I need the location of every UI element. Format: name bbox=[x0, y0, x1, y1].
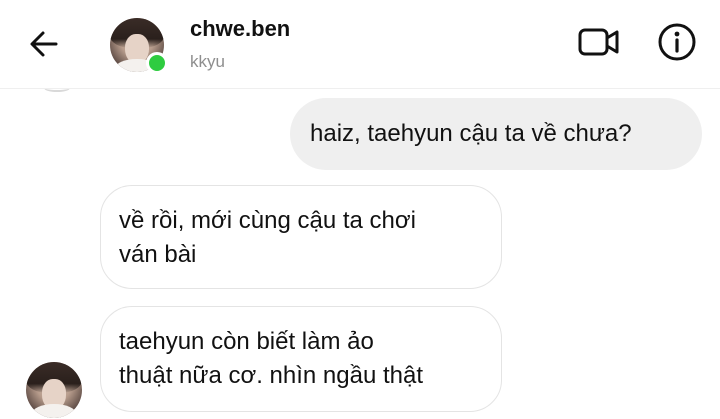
message-text: taehyun còn biết làm ảo bbox=[119, 328, 374, 355]
outgoing-message[interactable]: haiz, taehyun cậu ta về chưa? bbox=[290, 98, 702, 170]
message-thread[interactable]: haiz, taehyun cậu ta về chưa? về rồi, mớ… bbox=[0, 88, 720, 419]
video-call-button[interactable] bbox=[574, 22, 624, 62]
contact-name[interactable]: chwe.ben bbox=[190, 16, 290, 42]
back-button[interactable] bbox=[22, 24, 66, 64]
arrow-left-icon bbox=[30, 31, 58, 57]
message-text: thuật nữa cơ. nhìn ngầu thật bbox=[119, 362, 424, 389]
sender-avatar[interactable] bbox=[26, 362, 82, 418]
incoming-message[interactable]: taehyun còn biết làm ảo thuật nữa cơ. nh… bbox=[100, 306, 502, 412]
info-button[interactable] bbox=[654, 20, 700, 64]
online-status-dot bbox=[146, 52, 168, 74]
chat-header: chwe.ben kkyu bbox=[0, 0, 720, 89]
chat-screen: chwe.ben kkyu haiz, taehyun cậu ta về ch… bbox=[0, 0, 720, 419]
message-text: về rồi, mới cùng cậu ta chơi bbox=[119, 207, 416, 234]
info-icon bbox=[658, 23, 696, 61]
message-text: haiz, taehyun cậu ta về chưa? bbox=[310, 120, 632, 147]
incoming-message[interactable]: về rồi, mới cùng cậu ta chơi ván bài bbox=[100, 185, 502, 289]
video-camera-icon bbox=[578, 28, 619, 56]
contact-subtitle: kkyu bbox=[190, 52, 225, 71]
message-text: ván bài bbox=[119, 241, 197, 268]
